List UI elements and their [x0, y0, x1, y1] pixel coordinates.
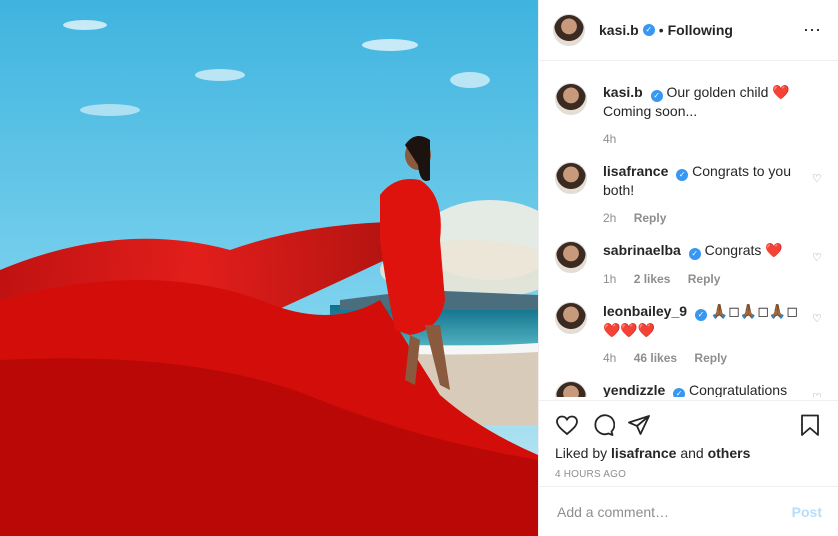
avatar[interactable] — [555, 302, 587, 334]
list-item: sabrinaelba ✓ Congrats ❤️ 1h 2 likes Rep… — [555, 227, 822, 288]
reply-button[interactable]: Reply — [688, 272, 721, 286]
comment-meta: 4h — [603, 130, 799, 148]
bookmark-icon[interactable] — [798, 413, 822, 437]
add-comment-bar: Post — [539, 486, 838, 536]
comment-time[interactable]: 4h — [603, 132, 616, 146]
liked-by-user[interactable]: lisafrance — [611, 445, 676, 461]
verified-badge-icon: ✓ — [688, 248, 701, 260]
like-comment-heart-icon[interactable]: ♡ — [812, 393, 822, 398]
comment-input[interactable] — [555, 502, 792, 521]
author-username[interactable]: kasi.b — [599, 22, 639, 38]
like-comment-heart-icon[interactable]: ♡ — [812, 253, 822, 264]
avatar[interactable] — [553, 14, 585, 46]
photo-illustration — [0, 0, 538, 536]
caption: kasi.b ✓ Our golden child ❤️ Coming soon… — [555, 61, 822, 148]
post-photo[interactable] — [0, 0, 538, 536]
comment-likes[interactable]: 2 likes — [634, 272, 671, 286]
liked-by-others[interactable]: others — [708, 445, 751, 461]
avatar[interactable] — [555, 162, 587, 194]
verified-badge-icon: ✓ — [676, 169, 689, 181]
following-button[interactable]: Following — [668, 22, 733, 38]
separator-dot: • — [658, 22, 664, 38]
verified-badge-icon: ✓ — [650, 90, 663, 102]
comment-time[interactable]: 4h — [603, 351, 616, 365]
comment-username[interactable]: leonbailey_9 — [603, 303, 687, 319]
reply-button[interactable]: Reply — [694, 351, 727, 365]
comment-username[interactable]: yendizzle — [603, 382, 665, 397]
like-comment-heart-icon[interactable]: ♡ — [812, 174, 822, 185]
comment-bubble-icon[interactable] — [591, 413, 615, 437]
post-actions: Liked by lisafrance and others 4 HOURS A… — [539, 400, 838, 480]
verified-badge-icon: ✓ — [642, 24, 655, 36]
comment-list[interactable]: kasi.b ✓ Our golden child ❤️ Coming soon… — [539, 61, 838, 397]
list-item: yendizzle ✓ Congratulations to ♡ — [555, 367, 822, 397]
comments-panel: kasi.b ✓ • Following ⋯ kasi.b ✓ Our gold… — [538, 0, 838, 536]
comment-username[interactable]: kasi.b — [603, 84, 643, 100]
comment-time[interactable]: 1h — [603, 272, 616, 286]
comment-text: Congrats ❤️ — [704, 242, 783, 258]
comment-meta: 1h 2 likes Reply — [603, 270, 799, 288]
avatar[interactable] — [555, 83, 587, 115]
like-comment-heart-icon[interactable]: ♡ — [812, 314, 822, 325]
post-header: kasi.b ✓ • Following ⋯ — [539, 0, 838, 61]
list-item: leonbailey_9 ✓ 🙏🏾◻🙏🏾◻🙏🏾◻❤️❤️❤️ 4h 46 lik… — [555, 288, 822, 367]
avatar[interactable] — [555, 381, 587, 397]
comment-meta: 2h Reply — [603, 209, 799, 227]
action-icons — [555, 411, 822, 441]
verified-badge-icon: ✓ — [673, 388, 686, 397]
comment-likes[interactable]: 46 likes — [634, 351, 677, 365]
instagram-post: kasi.b ✓ • Following ⋯ kasi.b ✓ Our gold… — [0, 0, 838, 536]
reply-button[interactable]: Reply — [634, 211, 667, 225]
comment-meta: 4h 46 likes Reply — [603, 349, 799, 367]
more-options-icon[interactable]: ⋯ — [803, 20, 822, 41]
list-item: lisafrance ✓ Congrats to you both! 2h Re… — [555, 148, 822, 227]
comment-time[interactable]: 2h — [603, 211, 616, 225]
comment-username[interactable]: sabrinaelba — [603, 242, 681, 258]
verified-badge-icon: ✓ — [694, 309, 707, 321]
liked-by-summary: Liked by lisafrance and others — [555, 445, 822, 461]
comment-username[interactable]: lisafrance — [603, 163, 668, 179]
share-send-icon[interactable] — [627, 413, 651, 437]
liked-by-and: and — [680, 445, 704, 461]
post-timestamp[interactable]: 4 HOURS AGO — [555, 469, 822, 480]
avatar[interactable] — [555, 241, 587, 273]
like-heart-icon[interactable] — [555, 413, 579, 437]
post-comment-button[interactable]: Post — [792, 504, 822, 520]
liked-by-prefix: Liked by — [555, 445, 608, 461]
